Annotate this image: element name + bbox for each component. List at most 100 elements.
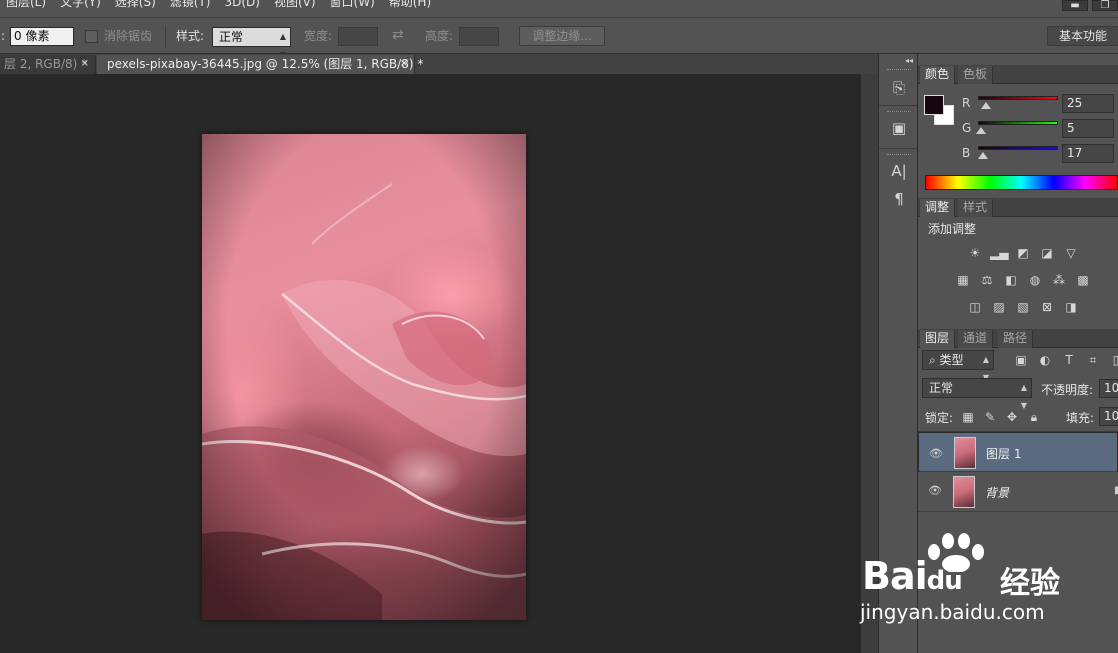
menu-select[interactable]: 选择(S) [109, 0, 164, 8]
style-select[interactable]: 正常 ▲▼ [212, 27, 291, 59]
tab-channels[interactable]: 通道 [958, 330, 994, 348]
channel-mixer-icon[interactable]: ⁂ [1050, 272, 1068, 288]
grip-handle[interactable] [887, 111, 911, 113]
feather-input[interactable]: 0 像素 [10, 27, 74, 46]
eye-icon[interactable]: 👁︎ [928, 445, 944, 460]
width-label: 宽度: [304, 29, 333, 43]
panel-icon-strip: ◂◂ ⎘ ▣ A| ¶ [878, 54, 918, 653]
vertical-scrollbar[interactable] [861, 74, 878, 653]
width-input[interactable] [338, 27, 378, 46]
filter-type-icon[interactable]: T [1060, 352, 1078, 368]
invert-icon[interactable]: ◫ [966, 299, 984, 315]
menu-3d[interactable]: 3D(D) [218, 0, 267, 8]
antialias-checkbox[interactable] [85, 30, 98, 43]
close-icon[interactable]: × [81, 55, 89, 73]
b-value-input[interactable]: 17 [1062, 144, 1114, 163]
lock-brush-icon[interactable]: ✎ [981, 409, 999, 425]
restore-button[interactable]: ❐ [1092, 0, 1118, 11]
eye-icon[interactable]: 👁︎ [927, 484, 943, 498]
g-slider-knob[interactable] [976, 127, 986, 134]
properties-icon[interactable]: ▣ [888, 117, 910, 139]
layer-row-background[interactable]: 👁︎ 背景 ▮ [918, 472, 1118, 512]
blend-mode-value: 正常 [929, 381, 954, 395]
layer-thumbnail [953, 476, 975, 508]
tab-styles[interactable]: 样式 [958, 199, 994, 217]
history-icon[interactable]: ⎘ [888, 77, 910, 99]
tab-adjustments[interactable]: 调整 [920, 199, 956, 217]
close-icon[interactable]: × [400, 55, 408, 73]
selective-color-icon[interactable]: ◨ [1062, 299, 1080, 315]
add-adjustment-label: 添加调整 [928, 222, 977, 236]
menu-type[interactable]: 文字(Y) [54, 0, 109, 8]
grip-handle[interactable] [887, 69, 911, 71]
opacity-input[interactable]: 100 [1099, 379, 1118, 398]
filter-pixel-icon[interactable]: ▣ [1012, 352, 1030, 368]
g-value-input[interactable]: 5 [1062, 119, 1114, 138]
foreground-swatch[interactable] [924, 95, 944, 115]
r-value-input[interactable]: 25 [1062, 94, 1114, 113]
r-slider[interactable] [978, 96, 1058, 100]
menu-window[interactable]: 窗口(W) [324, 0, 383, 8]
hue-saturation-icon[interactable]: ▦ [954, 272, 972, 288]
photo-filter-icon[interactable]: ◍ [1026, 272, 1044, 288]
menu-filter[interactable]: 滤镜(T) [164, 0, 219, 8]
fill-label: 填充: [1066, 411, 1095, 425]
paragraph-icon[interactable]: ¶ [888, 188, 910, 210]
lock-all-icon[interactable]: 🔒︎ [1025, 409, 1043, 425]
window-controls: ▬ ❐ [1062, 0, 1118, 11]
g-label: G [962, 121, 972, 135]
tab-swatches[interactable]: 色板 [958, 66, 994, 84]
menu-view[interactable]: 视图(V) [268, 0, 324, 8]
lock-transparency-icon[interactable]: ▦ [959, 409, 977, 425]
filter-shape-icon[interactable]: ⌗ [1084, 352, 1102, 368]
workspace-button[interactable]: 基本功能 [1047, 26, 1118, 46]
collapse-icon[interactable]: ◂◂ [905, 56, 913, 65]
style-select-value: 正常 [219, 30, 244, 44]
color-spectrum-bar[interactable] [925, 175, 1118, 190]
tab-color[interactable]: 颜色 [920, 66, 956, 84]
lock-move-icon[interactable]: ✥ [1003, 409, 1021, 425]
b-slider-knob[interactable] [978, 152, 988, 159]
layer-filter-select[interactable]: ⌕ 类型 ▲▼ [922, 350, 994, 382]
refine-edge-button[interactable]: 调整边缘... [519, 26, 605, 46]
black-white-icon[interactable]: ◧ [1002, 272, 1020, 288]
gradient-map-icon[interactable]: ⊠ [1038, 299, 1056, 315]
r-slider-knob[interactable] [981, 102, 991, 109]
levels-icon[interactable]: ▂▄ [990, 245, 1008, 261]
swap-icon[interactable]: ⇄ [392, 27, 404, 43]
vibrance-icon[interactable]: ▽ [1062, 245, 1080, 261]
layers-panel-tabs: 图层 通道 路径 [918, 329, 1118, 348]
brightness-icon[interactable]: ☀ [966, 245, 984, 261]
minimize-button[interactable]: ▬ [1062, 0, 1088, 11]
tab-layers[interactable]: 图层 [920, 330, 956, 348]
menu-help[interactable]: 帮助(H) [383, 0, 439, 8]
b-slider[interactable] [978, 146, 1058, 150]
color-panel-tabs: 颜色 色板 [918, 65, 1118, 84]
color-lookup-icon[interactable]: ▩ [1074, 272, 1092, 288]
layer-name[interactable]: 图层 1 [986, 445, 1021, 463]
tab-paths[interactable]: 路径 [998, 330, 1034, 348]
antialias-label: 消除锯齿 [104, 29, 153, 43]
g-slider[interactable] [978, 121, 1058, 125]
rose-photo[interactable] [202, 134, 526, 620]
tab-document-1[interactable]: 层 2, RGB/8) * × [0, 55, 96, 74]
filter-smart-object-icon[interactable]: ▯ [1107, 352, 1118, 368]
posterize-icon[interactable]: ▨ [990, 299, 1008, 315]
layer-name[interactable]: 背景 [985, 484, 1009, 501]
options-bar: : 0 像素 消除锯齿 样式: 正常 ▲▼ 宽度: ⇄ 高度: 调整边缘... … [0, 17, 1118, 59]
curves-icon[interactable]: ◩ [1014, 245, 1032, 261]
layer-row-1[interactable]: 👁︎ 图层 1 [918, 432, 1118, 472]
filter-adjustment-icon[interactable]: ◐ [1036, 352, 1054, 368]
exposure-icon[interactable]: ◪ [1038, 245, 1056, 261]
menu-layer[interactable]: 图层(L) [0, 0, 54, 8]
blend-mode-select[interactable]: 正常 ▲ ▼ [922, 378, 1032, 410]
tab-document-2[interactable]: pexels-pixabay-36445.jpg @ 12.5% (图层 1, … [97, 55, 423, 74]
character-icon[interactable]: A| [888, 160, 910, 182]
right-panels: 颜色 色板 R 25 G 5 B 17 调整 样式 添加调整 ☀ ▂▄ ◩ ◪ … [918, 54, 1118, 653]
threshold-icon[interactable]: ▧ [1014, 299, 1032, 315]
tab-label: pexels-pixabay-36445.jpg @ 12.5% (图层 1, … [107, 57, 424, 71]
height-input[interactable] [459, 27, 499, 46]
color-balance-icon[interactable]: ⚖ [978, 272, 996, 288]
fill-input[interactable]: 100 [1099, 407, 1118, 426]
grip-handle[interactable] [887, 154, 911, 156]
